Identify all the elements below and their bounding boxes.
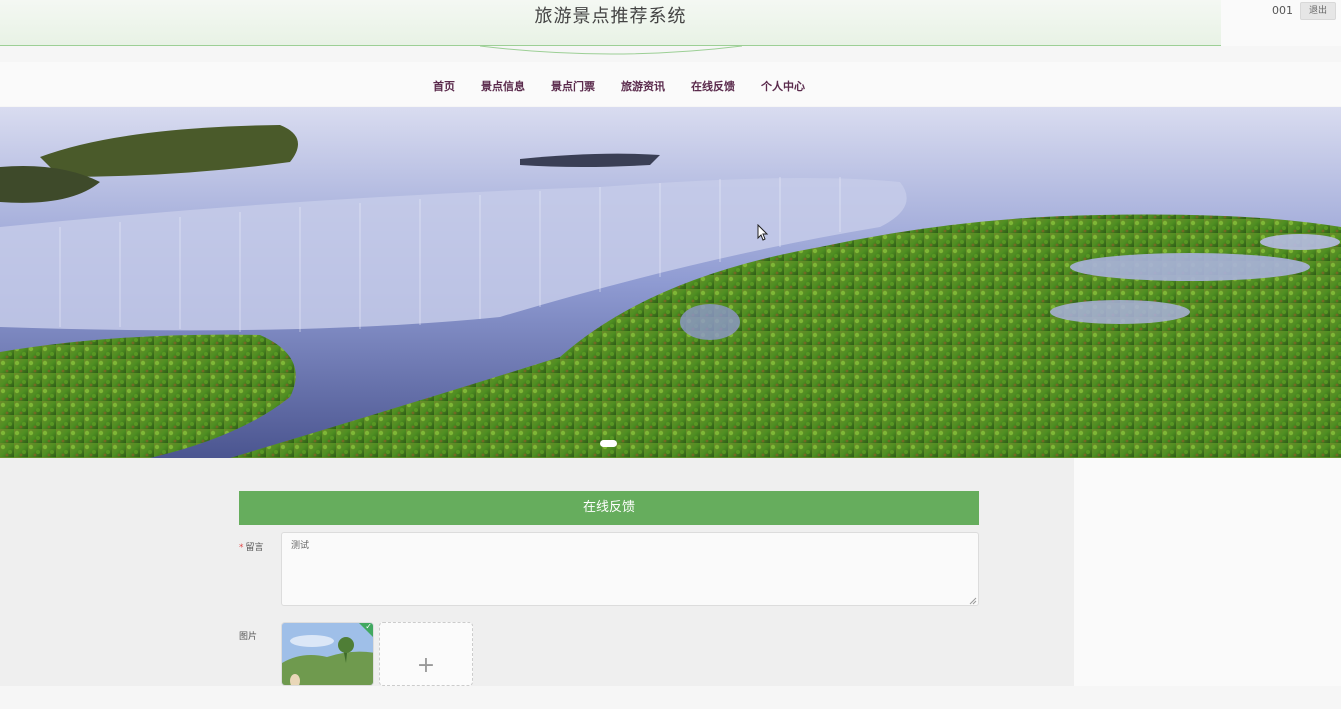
site-title: 旅游景点推荐系统 — [534, 6, 687, 27]
uploaded-image-thumbnail[interactable]: ✓ — [281, 622, 374, 686]
check-icon: ✓ — [365, 622, 372, 631]
nav-item-home[interactable]: 首页 — [420, 74, 468, 98]
nav-item-profile[interactable]: 个人中心 — [748, 74, 818, 98]
nav-item-feedback[interactable]: 在线反馈 — [678, 74, 748, 111]
resize-grip-icon[interactable] — [969, 597, 977, 605]
mouse-cursor-icon — [757, 224, 769, 241]
user-area: 001 退出 — [1221, 0, 1341, 46]
nav-list: 首页 景点信息 景点门票 旅游资讯 在线反馈 个人中心 — [420, 74, 818, 111]
carousel-indicator[interactable] — [600, 440, 617, 447]
header-wave-decoration — [480, 45, 742, 55]
message-textarea[interactable]: 测试 — [281, 532, 979, 606]
main-nav: 首页 景点信息 景点门票 旅游资讯 在线反馈 个人中心 — [0, 62, 1341, 111]
message-label: * 留言 — [239, 540, 264, 553]
message-label-text: 留言 — [245, 543, 264, 553]
section-title-bar: 在线反馈 — [239, 491, 979, 525]
message-text: 测试 — [291, 541, 310, 551]
plus-icon: + — [416, 653, 436, 678]
banner-carousel[interactable] — [0, 107, 1341, 458]
right-blank-area — [1074, 458, 1341, 686]
logout-button[interactable]: 退出 — [1300, 2, 1336, 20]
nav-item-attractions[interactable]: 景点信息 — [468, 74, 538, 98]
image-upload-button[interactable]: + — [379, 622, 473, 686]
banner-image — [0, 107, 1341, 458]
nav-item-news[interactable]: 旅游资讯 — [608, 74, 678, 98]
required-mark: * — [239, 543, 244, 553]
nav-item-tickets[interactable]: 景点门票 — [538, 74, 608, 98]
username-text: 001 — [1272, 4, 1293, 17]
image-label: 图片 — [239, 632, 258, 642]
